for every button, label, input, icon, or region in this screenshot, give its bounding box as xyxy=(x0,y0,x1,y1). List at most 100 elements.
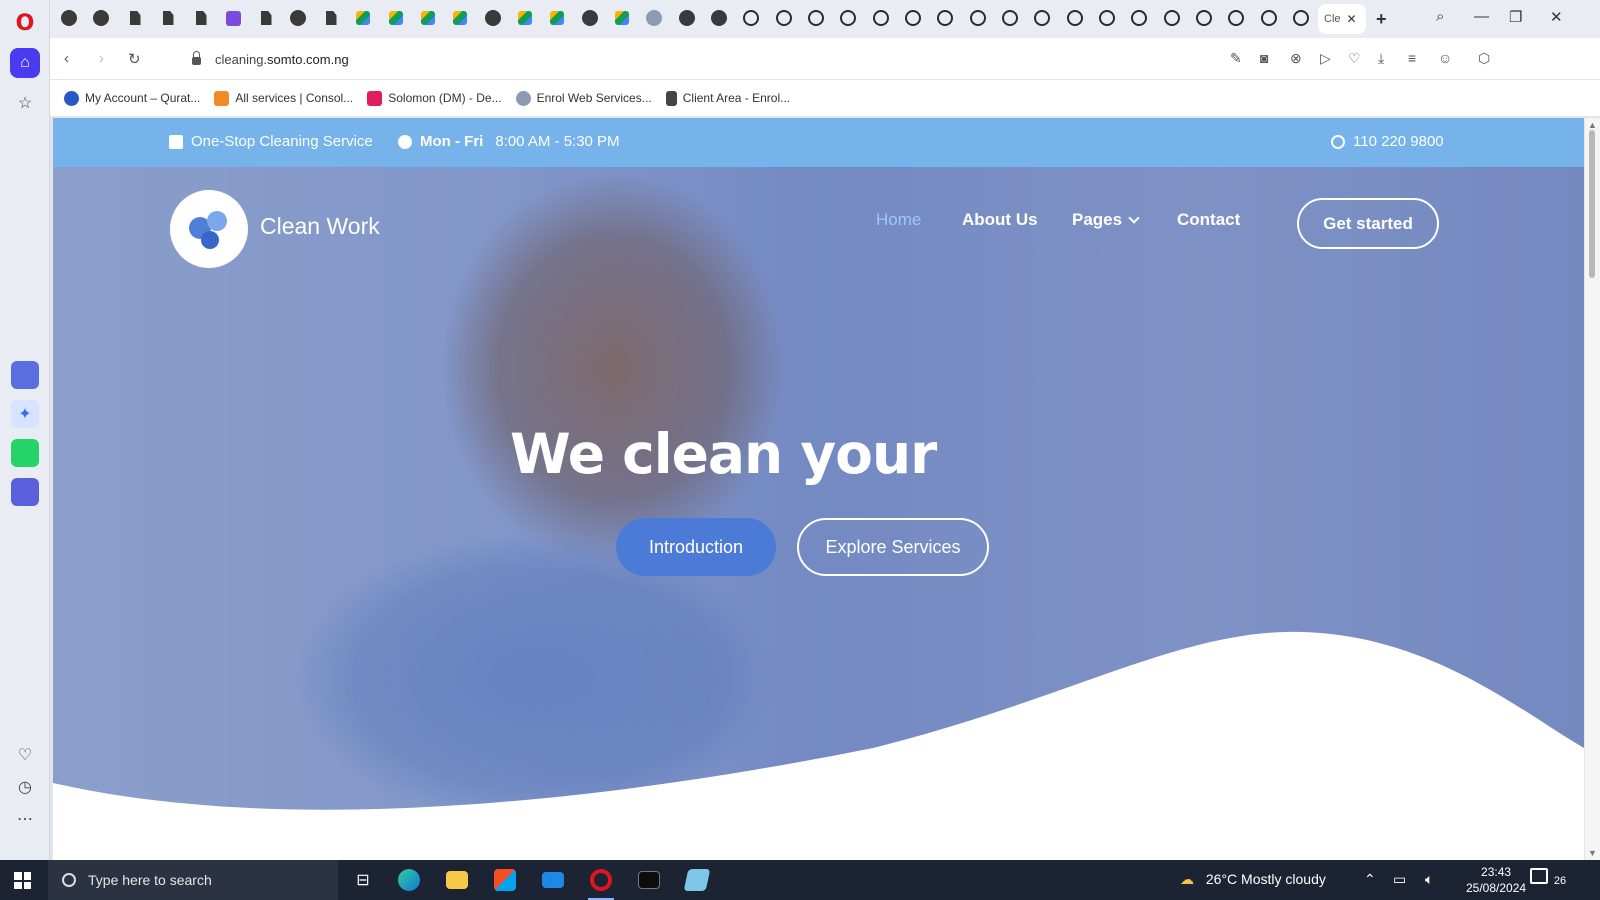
history-icon[interactable]: ◷ xyxy=(10,772,40,802)
more-icon[interactable]: ⋯ xyxy=(10,804,40,834)
bookmark-item[interactable]: My Account – Qurat... xyxy=(64,90,200,106)
tab-drive-icon[interactable] xyxy=(451,9,469,27)
tab-github-icon[interactable] xyxy=(904,9,922,27)
play-icon[interactable]: ▷ xyxy=(1320,50,1331,67)
tab-drive-icon[interactable] xyxy=(387,9,405,27)
url-field[interactable]: cleaning. somto.com.ng xyxy=(172,44,1517,74)
chevron-up-icon[interactable]: ⌃ xyxy=(1364,871,1376,888)
tab-github-icon[interactable] xyxy=(936,9,954,27)
aria-app-icon[interactable] xyxy=(11,361,39,389)
mail-icon[interactable] xyxy=(530,860,576,900)
profile-icon[interactable]: ☺ xyxy=(1438,50,1452,66)
tab-github-icon[interactable] xyxy=(775,9,793,27)
tab-globe-icon[interactable] xyxy=(678,9,696,27)
star-icon[interactable]: ☆ xyxy=(10,88,40,118)
whatsapp-icon[interactable] xyxy=(11,439,39,467)
tab-drive-icon[interactable] xyxy=(419,9,437,27)
opera-logo-icon[interactable]: O xyxy=(10,8,40,38)
tab-globe-icon[interactable] xyxy=(60,9,78,27)
tab-github-icon[interactable] xyxy=(1195,9,1213,27)
tab-document-icon[interactable] xyxy=(257,9,275,27)
tab-drive-icon[interactable] xyxy=(613,9,631,27)
new-tab-button[interactable]: + xyxy=(1376,9,1387,30)
tab-github-icon[interactable] xyxy=(1066,9,1084,27)
tab-document-icon[interactable] xyxy=(322,9,340,27)
nav-home[interactable]: Home xyxy=(876,210,921,230)
heart-icon[interactable]: ♡ xyxy=(1348,50,1361,67)
close-tab-icon[interactable]: ✕ xyxy=(1347,12,1357,26)
reload-icon[interactable]: ↻ xyxy=(128,50,141,68)
bookmark-item[interactable]: All services | Consol... xyxy=(214,90,353,106)
tab-github-icon[interactable] xyxy=(1292,9,1310,27)
taskbar-search[interactable]: Type here to search xyxy=(48,860,338,900)
tab-globe-icon[interactable] xyxy=(289,9,307,27)
tab-document-icon[interactable] xyxy=(159,9,177,27)
close-window-icon[interactable]: ✕ xyxy=(1550,8,1563,26)
tab-github-icon[interactable] xyxy=(1098,9,1116,27)
nav-contact[interactable]: Contact xyxy=(1177,210,1240,230)
player-icon[interactable] xyxy=(11,478,39,506)
bookmark-item[interactable]: Client Area - Enrol... xyxy=(665,90,790,106)
active-tab[interactable]: Cle ✕ xyxy=(1318,4,1366,34)
tab-search-icon[interactable]: ⌕ xyxy=(1436,8,1444,25)
tab-github-icon[interactable] xyxy=(742,9,760,27)
tab-globe-icon[interactable] xyxy=(710,9,728,27)
nav-about[interactable]: About Us xyxy=(962,210,1038,230)
nav-pages[interactable]: Pages xyxy=(1072,210,1140,230)
tab-github-icon[interactable] xyxy=(969,9,987,27)
tab-github-icon[interactable] xyxy=(1130,9,1148,27)
windows-start-icon[interactable] xyxy=(14,872,31,889)
introduction-button[interactable]: Introduction xyxy=(616,518,776,576)
tab-github-icon[interactable] xyxy=(1163,9,1181,27)
tab-drive-icon[interactable] xyxy=(548,9,566,27)
system-clock[interactable]: 23:43 25/08/2024 xyxy=(1466,864,1526,896)
tab-github-icon[interactable] xyxy=(1001,9,1019,27)
shield-icon[interactable]: ⊗ xyxy=(1290,50,1302,67)
file-explorer-icon[interactable] xyxy=(434,860,480,900)
weather-widget[interactable]: ☁ 26°C Mostly cloudy xyxy=(1180,871,1326,888)
store-icon[interactable] xyxy=(482,860,528,900)
opera-taskbar-icon[interactable] xyxy=(578,860,624,900)
tab-app-icon[interactable] xyxy=(224,9,242,27)
tab-drive-icon[interactable] xyxy=(354,9,372,27)
extensions-icon[interactable]: ⬡ xyxy=(1478,50,1490,67)
tab-globe-icon[interactable] xyxy=(581,9,599,27)
heart-icon[interactable]: ♡ xyxy=(10,740,40,770)
tab-globe-icon[interactable] xyxy=(645,9,663,27)
task-view-icon[interactable]: ⊟ xyxy=(340,860,386,900)
back-icon[interactable]: ‹ xyxy=(64,50,69,67)
volume-icon[interactable]: 🔈︎ xyxy=(1425,871,1433,888)
battery-icon[interactable]: ▭ xyxy=(1393,871,1406,888)
bookmark-item[interactable]: Solomon (DM) - De... xyxy=(367,90,502,106)
scroll-down-icon[interactable]: ▼ xyxy=(1588,848,1597,858)
get-started-button[interactable]: Get started xyxy=(1297,198,1439,249)
brand-name[interactable]: Clean Work xyxy=(260,213,380,240)
scrollbar-thumb[interactable] xyxy=(1589,130,1595,278)
phone-link[interactable]: 110 220 9800 xyxy=(1331,133,1444,150)
terminal-icon[interactable] xyxy=(626,860,672,900)
tab-drive-icon[interactable] xyxy=(516,9,534,27)
tab-document-icon[interactable] xyxy=(126,9,144,27)
notifications-icon[interactable]: 26 xyxy=(1530,868,1566,887)
tab-github-icon[interactable] xyxy=(839,9,857,27)
tab-github-icon[interactable] xyxy=(872,9,890,27)
home-icon[interactable]: ⌂ xyxy=(10,48,40,78)
minimize-icon[interactable]: — xyxy=(1474,8,1489,25)
bookmark-item[interactable]: Enrol Web Services... xyxy=(515,90,652,106)
tab-document-icon[interactable] xyxy=(192,9,210,27)
restore-icon[interactable]: ❐ xyxy=(1509,8,1522,26)
tab-github-icon[interactable] xyxy=(1033,9,1051,27)
tab-github-icon[interactable] xyxy=(807,9,825,27)
explore-services-button[interactable]: Explore Services xyxy=(797,518,989,576)
scroll-up-icon[interactable]: ▲ xyxy=(1588,120,1597,130)
page-scrollbar[interactable]: ▲ ▼ xyxy=(1584,118,1600,860)
tab-github-icon[interactable] xyxy=(1227,9,1245,27)
messenger-icon[interactable]: ✦ xyxy=(11,400,39,428)
forward-icon[interactable]: › xyxy=(99,50,104,67)
tab-github-icon[interactable] xyxy=(1260,9,1278,27)
camera-icon[interactable]: ◙ xyxy=(1260,50,1268,66)
notepad-icon[interactable] xyxy=(674,860,720,900)
tab-globe-icon[interactable] xyxy=(92,9,110,27)
menu-icon[interactable]: ≡ xyxy=(1408,50,1416,66)
tab-globe-icon[interactable] xyxy=(484,9,502,27)
